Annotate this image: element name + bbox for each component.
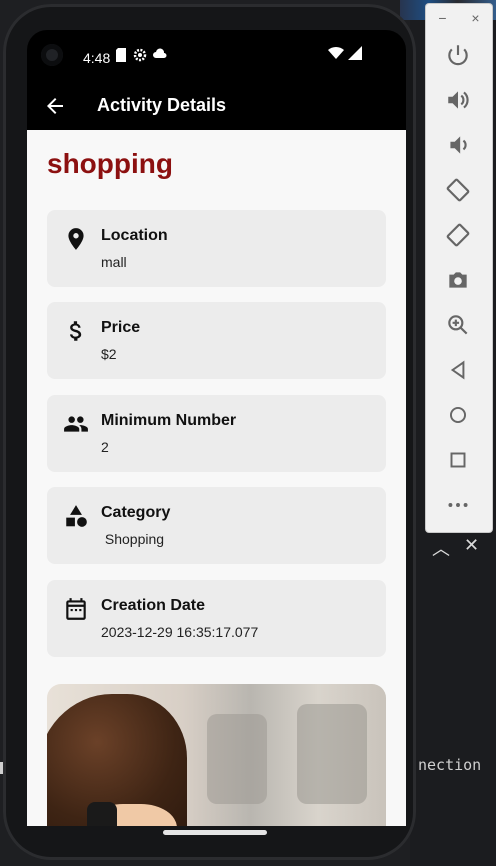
power-icon[interactable] [445,42,471,68]
rotate-right-icon[interactable] [445,222,471,248]
close-icon[interactable]: × [471,10,479,26]
detail-label: Location [101,227,168,244]
detail-card-price: Price $2 [47,302,386,379]
status-time: 4:48 [83,50,111,66]
settings-gear-icon [133,48,147,62]
people-icon [64,416,88,432]
volume-down-icon[interactable] [445,132,471,158]
detail-card-category: Category Shopping [47,487,386,564]
cloud-icon [153,48,167,58]
detail-value: $2 [101,346,117,362]
gesture-nav-handle[interactable] [163,830,267,835]
phone-frame: 4:48 Activity Details shopping Location … [3,4,416,860]
chevron-up-icon[interactable]: ︿ [432,535,450,561]
back-icon[interactable] [445,357,471,383]
ide-console-text: nection [418,756,482,774]
photo-background-shape [207,714,267,804]
zoom-icon[interactable] [445,312,471,338]
detail-label: Price [101,319,141,336]
status-notification-icons [115,48,167,62]
cell-signal-icon [348,46,362,60]
phone-screen: 4:48 Activity Details shopping Location … [27,30,406,826]
emulator-window-controls: − × [426,10,492,26]
activity-name: shopping [47,148,173,179]
volume-up-icon[interactable] [445,87,471,113]
activity-photo [47,684,386,826]
ide-panel-controls[interactable]: · ︿ ✕ [412,535,479,561]
sd-card-icon [116,48,126,62]
calendar-icon [66,598,86,620]
status-bar: 4:48 [27,30,406,84]
more-icon[interactable] [445,492,471,518]
detail-value: Shopping [101,531,165,547]
photo-background-shape [297,704,367,804]
detail-card-minimum-number: Minimum Number 2 [47,395,386,472]
minimize-icon[interactable]: − [438,10,446,26]
detail-label: Minimum Number [101,412,237,429]
close-icon[interactable]: ✕ [464,535,479,561]
detail-value: mall [101,254,127,270]
emulator-side-panel: − × [426,4,492,532]
location-pin-icon [68,228,84,250]
home-icon[interactable] [445,402,471,428]
detail-label: Category [101,504,171,521]
dollar-icon [70,321,82,341]
wifi-icon [328,46,344,59]
overview-icon[interactable] [445,447,471,473]
detail-card-creation-date: Creation Date 2023-12-29 16:35:17.077 [47,580,386,657]
detail-card-location: Location mall [47,210,386,287]
system-status-icons [328,46,362,60]
detail-value: 2023-12-29 16:35:17.077 [101,624,259,640]
back-arrow-icon[interactable] [43,94,67,118]
photo-subject-strap [87,802,117,826]
activity-details-content[interactable]: shopping Location mall Price $2 Minimum … [27,130,406,826]
detail-label: Creation Date [101,597,206,614]
front-camera-icon [41,44,63,66]
page-title: Activity Details [97,95,227,115]
category-shapes-icon [66,505,87,527]
camera-icon[interactable] [445,267,471,293]
detail-value: 2 [101,439,109,455]
rotate-left-icon[interactable] [445,177,471,203]
app-bar: Activity Details [27,84,406,130]
